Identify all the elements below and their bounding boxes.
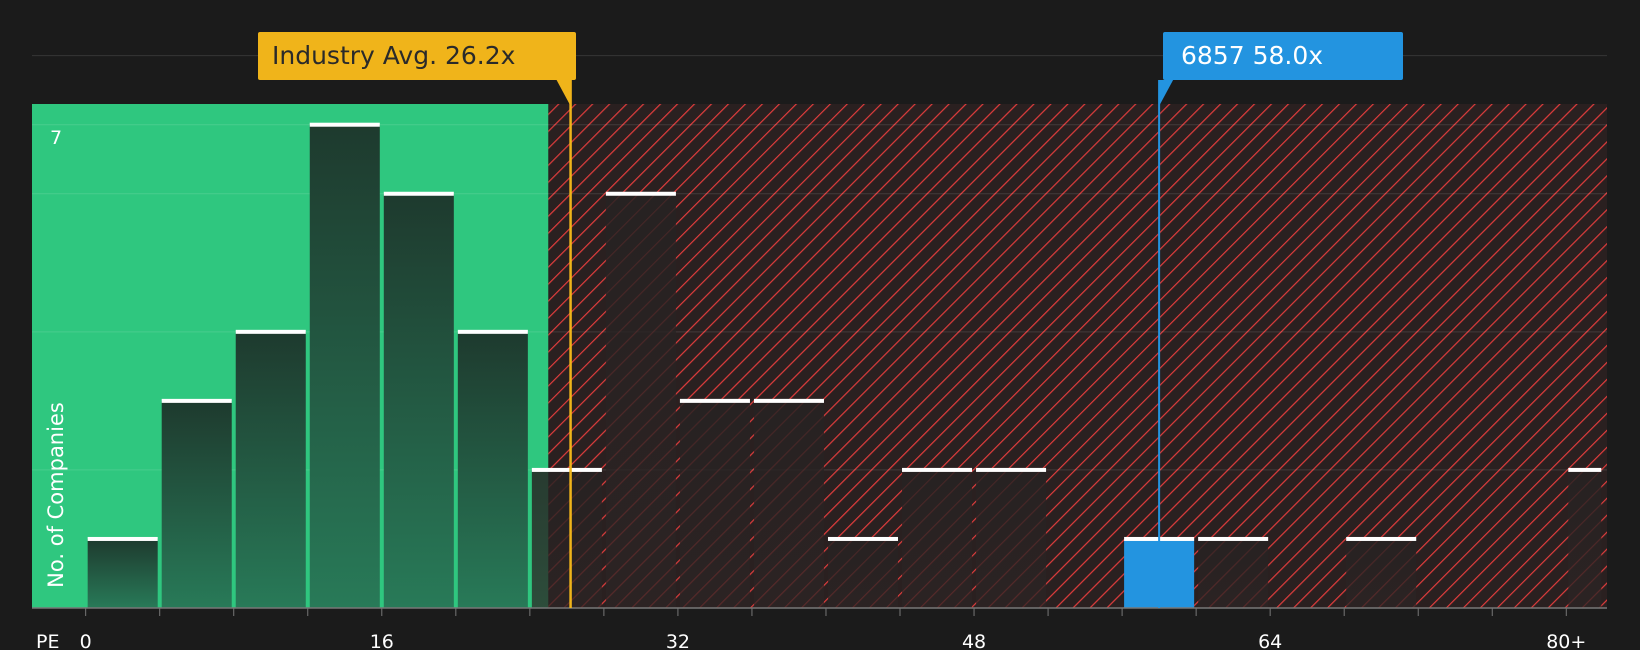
x-tick-label: 16 [370,631,394,650]
pe-distribution-chart: 0 16 32 48 64 80+ PE 7 No. of Companies [32,55,1608,650]
histogram-bar [87,538,158,608]
histogram-bar [1568,469,1602,608]
company-pe-label: 6857 58.0x [1163,32,1403,80]
bar-cap [605,191,676,196]
y-axis-label: No. of Companies [44,402,68,588]
x-tick-label: 48 [962,631,986,650]
bar-cap [753,398,824,403]
bar-cap [235,329,306,334]
industry-avg-label: Industry Avg. 26.2x [258,32,576,80]
bar-cap [827,536,899,541]
bar-cap [679,398,750,403]
histogram-bar [1198,538,1269,608]
x-axis-label: PE [36,631,59,650]
histogram-bar [976,469,1047,608]
x-tick-label: 0 [80,631,92,650]
industry-avg-pointer [556,80,571,106]
histogram-bar [902,469,973,608]
bar-cap [457,329,528,334]
bar-cap [383,191,454,196]
x-tick-label: 32 [666,631,690,650]
histogram-bar [679,400,750,608]
histogram-bar [827,538,899,608]
bar-cap [87,536,158,541]
bar-cap [902,467,973,472]
bar-cap [161,398,232,403]
bar-cap [309,122,380,127]
histogram-bar [457,331,528,608]
company-pe-pointer [1159,80,1174,106]
bar-cap [1346,536,1417,541]
x-tick-label: 64 [1258,631,1282,650]
x-tick-label: 80+ [1546,631,1586,650]
bar-cap [1198,536,1269,541]
histogram-bar [383,193,454,608]
bar-cap [1568,467,1602,472]
bar-cap [976,467,1047,472]
histogram-bar [1346,538,1417,608]
histogram-bar [753,400,824,608]
histogram-bar [531,469,602,608]
bar-cap [531,467,602,472]
histogram-bar [605,193,676,608]
histogram-bar [309,124,380,608]
histogram-bar [161,400,232,608]
histogram-bar [235,331,306,608]
y-tick-label: 7 [50,127,62,149]
